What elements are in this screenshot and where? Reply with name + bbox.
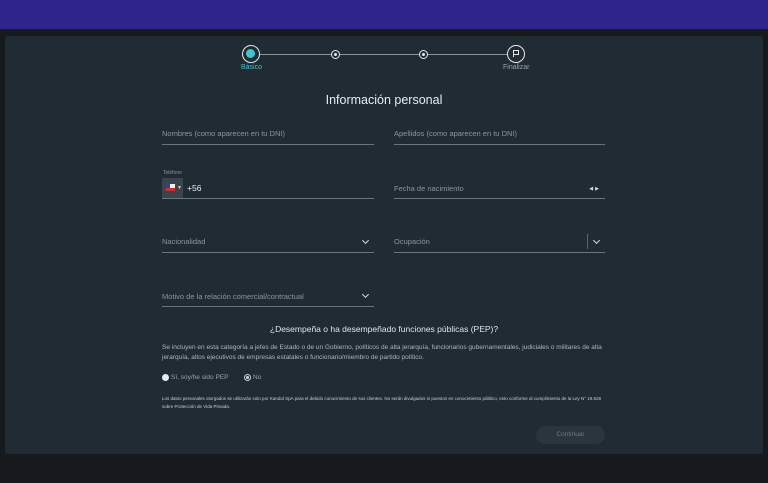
step-dot-icon (333, 52, 337, 56)
step-label-finalizar: Finalizar (503, 64, 530, 71)
pep-no-label[interactable]: No (253, 374, 261, 381)
step-finalizar-indicator[interactable] (507, 45, 525, 63)
telefono-prefix: +56 (187, 183, 202, 193)
step-3-indicator[interactable] (419, 50, 428, 59)
active-dot-icon (246, 49, 255, 58)
page-title: Información personal (325, 93, 443, 107)
chevron-down-icon (592, 236, 601, 245)
nombres-field[interactable]: Nombres (como aparecen en tu DNI) (162, 125, 374, 145)
pep-si-label[interactable]: Sí, soy/he sido PEP (171, 374, 228, 381)
apellidos-placeholder: Apellidos (como aparecen en tu DNI) (394, 129, 517, 138)
pep-si-radio[interactable] (162, 374, 169, 381)
step-2-indicator[interactable] (331, 50, 340, 59)
motivo-placeholder: Motivo de la relación comercial/contract… (162, 292, 304, 301)
country-selector[interactable]: ▼ (162, 178, 183, 198)
pep-question: ¿Desempeña o ha desempeñado funciones pú… (269, 324, 499, 334)
step-dot-icon (421, 52, 425, 56)
pep-description: Se incluyen en esta categoría a jefes de… (162, 344, 602, 361)
flag-icon (513, 50, 519, 57)
ocupacion-placeholder: Ocupación (394, 237, 430, 246)
nombres-placeholder: Nombres (como aparecen en tu DNI) (162, 129, 285, 138)
stepper-connector (428, 54, 507, 55)
nacionalidad-select[interactable]: Nacionalidad (162, 233, 374, 253)
chile-flag-icon (166, 184, 175, 191)
chevron-down-icon (361, 290, 370, 299)
pep-no-radio[interactable] (244, 374, 251, 381)
motivo-select[interactable]: Motivo de la relación comercial/contract… (162, 287, 374, 307)
fecha-nacimiento-field[interactable]: Fecha de nacimiento ◀▶ (394, 178, 605, 199)
continuar-button[interactable]: Continuar (536, 426, 605, 444)
step-label-basico: Básico (241, 64, 263, 71)
chevron-down-icon (361, 236, 370, 245)
stepper-connector (260, 54, 331, 55)
ocupacion-select[interactable]: Ocupación (394, 233, 605, 253)
select-divider (587, 234, 588, 249)
step-basico-indicator[interactable] (242, 45, 260, 63)
nacionalidad-placeholder: Nacionalidad (162, 237, 206, 246)
apellidos-field[interactable]: Apellidos (como aparecen en tu DNI) (394, 125, 605, 145)
telefono-field[interactable]: ▼ +56 (162, 178, 374, 199)
fecha-placeholder: Fecha de nacimiento (394, 184, 464, 193)
telefono-label: Teléfono (163, 170, 182, 176)
top-header-bar (0, 0, 768, 29)
legal-notice: Los datos personales otorgados se utiliz… (162, 396, 602, 409)
stepper-connector (340, 54, 419, 55)
caret-down-icon: ▼ (177, 185, 182, 191)
date-stepper-icon[interactable]: ◀▶ (589, 186, 601, 192)
